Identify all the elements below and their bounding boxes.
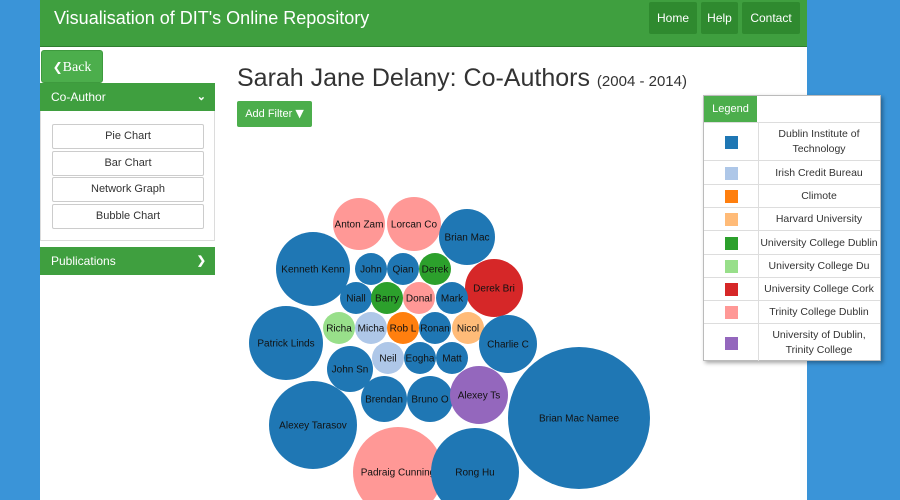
legend-swatch xyxy=(725,337,738,350)
bubble-label: Derek Bri xyxy=(473,284,515,295)
bubble-label: Rob L xyxy=(390,324,417,335)
legend-swatch xyxy=(725,167,738,180)
bubble-label: Mark xyxy=(441,294,464,305)
bubble-label: Nicol xyxy=(457,324,479,335)
bar-chart-button[interactable]: Bar Chart xyxy=(52,151,204,176)
bubble-label: John Sn xyxy=(332,365,369,376)
nav-help[interactable]: Help xyxy=(701,2,738,34)
legend-swatch xyxy=(725,260,738,273)
legend-swatch xyxy=(725,136,738,149)
bubble-label: Brian Mac Namee xyxy=(539,414,619,425)
back-button[interactable]: ❮Back xyxy=(41,50,103,83)
bubble-label: Patrick Linds xyxy=(257,339,314,350)
bubble[interactable] xyxy=(353,427,443,500)
bubble-label: Ronan xyxy=(420,324,449,335)
legend-item: Irish Credit Bureau xyxy=(704,160,880,184)
publications-panel-header[interactable]: Publications ❯ xyxy=(40,247,215,275)
legend-panel: Legend Dublin Institute of Technology Iri… xyxy=(703,95,881,361)
coauthor-panel-header[interactable]: Co-Author ⌄ xyxy=(40,83,215,111)
legend-swatch xyxy=(725,306,738,319)
pie-chart-button[interactable]: Pie Chart xyxy=(52,124,204,149)
network-graph-button[interactable]: Network Graph xyxy=(52,177,204,202)
bubble-label: Alexey Ts xyxy=(458,391,501,402)
bubble-label: Padraig Cunning xyxy=(361,468,436,479)
page-title: Sarah Jane Delany: Co-Authors (2004 - 20… xyxy=(237,64,687,93)
legend-item: University College Dublin xyxy=(704,230,880,254)
legend-label: University College Cork xyxy=(764,283,874,295)
bubble-label: Barry xyxy=(375,294,399,305)
legend-item: Dublin Institute of Technology xyxy=(704,122,880,160)
title-text: Sarah Jane Delany: Co-Authors xyxy=(237,64,590,92)
bubble[interactable] xyxy=(431,428,519,500)
bubble-label: Micha xyxy=(358,324,385,335)
bubble-chart-button[interactable]: Bubble Chart xyxy=(52,204,204,229)
legend-label: Harvard University xyxy=(775,213,863,225)
bubble-label: Derek xyxy=(422,265,450,276)
bubble-label: Niall xyxy=(346,294,365,305)
bubble-label: Brendan xyxy=(365,395,403,406)
chevron-left-icon: ❮ xyxy=(52,60,63,74)
bubble-label: Matt xyxy=(442,354,462,365)
back-label: Back xyxy=(62,60,92,75)
legend-label: Dublin Institute of Technology xyxy=(778,128,860,155)
filter-icon: ▼ xyxy=(295,107,304,120)
title-years: (2004 - 2014) xyxy=(596,73,687,90)
legend-item: University College Du xyxy=(704,254,880,277)
legend-label: University of Dublin, Trinity College xyxy=(772,329,866,356)
bubble-label: Kenneth Kenn xyxy=(281,265,344,276)
legend-label: Irish Credit Bureau xyxy=(775,167,863,179)
legend-label: University College Dublin xyxy=(760,237,878,249)
navbar: Visualisation of DIT's Online Repository… xyxy=(40,0,807,47)
legend-swatch xyxy=(725,283,738,296)
legend-item: Trinity College Dublin xyxy=(704,300,880,323)
legend-label: Trinity College Dublin xyxy=(769,306,869,318)
legend-title: Legend xyxy=(704,96,757,122)
bubble-label: Anton Zam xyxy=(335,220,384,231)
legend-item: Harvard University xyxy=(704,207,880,230)
site-brand[interactable]: Visualisation of DIT's Online Repository xyxy=(54,8,369,29)
bubble-chart: Anton Zam Lorcan Co Brian Mac Kenneth Kenn J… xyxy=(249,197,650,500)
bubble-label: Neil xyxy=(379,354,396,365)
chevron-down-icon: ⌄ xyxy=(196,91,206,103)
bubble-label: Richa xyxy=(326,324,352,335)
add-filter-button[interactable]: Add Filter ▼ xyxy=(237,101,312,127)
bubble-label: Rong Hu xyxy=(455,468,494,479)
bubble-label: Eogha xyxy=(406,354,435,365)
legend-item: Climote xyxy=(704,184,880,207)
nav-contact[interactable]: Contact xyxy=(742,2,800,34)
legend-swatch xyxy=(725,237,738,250)
bubble-label: Qian xyxy=(392,265,413,276)
publications-panel-title: Publications xyxy=(51,254,116,268)
bubble-label: Alexey Tarasov xyxy=(279,421,347,432)
add-filter-label: Add Filter xyxy=(245,108,293,120)
coauthor-panel-title: Co-Author xyxy=(51,90,106,104)
bubble-label: Bruno O xyxy=(411,395,448,406)
chevron-right-icon: ❯ xyxy=(196,255,206,267)
bubble-label: Lorcan Co xyxy=(391,220,438,231)
legend-label: University College Du xyxy=(768,260,870,272)
legend-item: University of Dublin, Trinity College xyxy=(704,323,880,361)
bubble-label: John xyxy=(360,265,382,276)
legend-label: Climote xyxy=(801,190,837,202)
bubble-label: Donal xyxy=(406,294,432,305)
legend-swatch xyxy=(725,213,738,226)
bubble-label: Charlie C xyxy=(487,340,529,351)
legend-item: University College Cork xyxy=(704,277,880,300)
legend-swatch xyxy=(725,190,738,203)
coauthor-panel-body: Pie Chart Bar Chart Network Graph Bubble… xyxy=(40,111,215,241)
bubble-label: Brian Mac xyxy=(444,233,489,244)
nav-home[interactable]: Home xyxy=(649,2,697,34)
